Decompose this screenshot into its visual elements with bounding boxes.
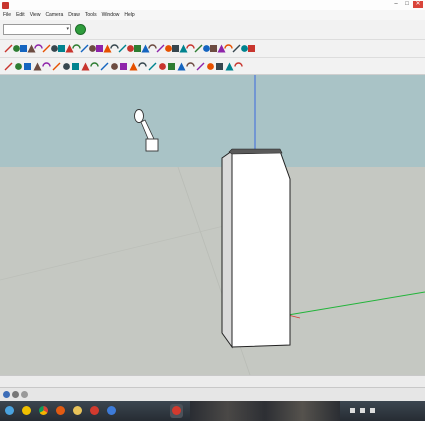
taskbar-active-app[interactable] bbox=[170, 404, 183, 418]
select-icon[interactable] bbox=[4, 62, 13, 71]
measurements-bar bbox=[0, 375, 425, 387]
style-toolbar: ▾ bbox=[0, 20, 425, 40]
menu-file[interactable]: File bbox=[3, 12, 11, 18]
pan-small-icon[interactable] bbox=[158, 62, 167, 71]
text-small-icon[interactable] bbox=[129, 62, 138, 71]
status-icons bbox=[3, 391, 28, 398]
menu-edit[interactable]: Edit bbox=[16, 12, 25, 18]
drawing-toolbar bbox=[0, 40, 425, 58]
style-dropdown[interactable]: ▾ bbox=[3, 24, 71, 35]
browser-task-icon bbox=[107, 406, 116, 415]
position-camera-icon[interactable] bbox=[206, 62, 215, 71]
modeling-viewport[interactable] bbox=[0, 75, 425, 375]
taskbar bbox=[0, 401, 425, 421]
menu-help[interactable]: Help bbox=[124, 12, 134, 18]
box-front-face bbox=[231, 150, 291, 348]
folder-icon bbox=[73, 406, 82, 415]
look-around-icon[interactable] bbox=[196, 62, 205, 71]
maximize-button[interactable]: □ bbox=[402, 1, 412, 8]
axes-small-icon[interactable] bbox=[138, 62, 148, 71]
taskbar-browser[interactable] bbox=[105, 404, 118, 418]
scene-canvas[interactable] bbox=[0, 75, 425, 375]
menu-tools[interactable]: Tools bbox=[85, 12, 97, 18]
ground bbox=[0, 167, 425, 375]
user-icon[interactable] bbox=[21, 391, 28, 398]
orbit-small-icon[interactable] bbox=[148, 62, 157, 71]
status-bar bbox=[0, 387, 425, 401]
geo-icon[interactable] bbox=[3, 391, 10, 398]
paint-icon[interactable] bbox=[23, 62, 32, 71]
sketchup-task-icon bbox=[90, 406, 99, 415]
left-view-icon[interactable] bbox=[247, 44, 256, 53]
battery-icon bbox=[370, 408, 375, 413]
taskbar-chrome[interactable] bbox=[37, 404, 50, 418]
tape-small-icon[interactable] bbox=[119, 62, 128, 71]
network-icon bbox=[350, 408, 355, 413]
offset-small-icon[interactable] bbox=[110, 62, 119, 71]
zoom-extents-small-icon[interactable] bbox=[177, 62, 186, 71]
window-controls: – □ ✕ bbox=[391, 1, 423, 8]
box-side-face bbox=[221, 150, 233, 349]
start-icon bbox=[5, 406, 14, 415]
rotate-small-icon[interactable] bbox=[90, 62, 100, 71]
sketchup-active-icon bbox=[172, 406, 181, 415]
push-pull-small-icon[interactable] bbox=[71, 62, 80, 71]
chevron-down-icon: ▾ bbox=[66, 26, 69, 32]
scale-figure-base bbox=[145, 138, 159, 152]
menu-bar: File Edit View Camera Draw Tools Window … bbox=[0, 10, 425, 20]
arc-small-icon[interactable] bbox=[52, 62, 61, 71]
section-plane-icon[interactable] bbox=[215, 62, 224, 71]
add-location-icon[interactable] bbox=[75, 24, 86, 35]
close-button[interactable]: ✕ bbox=[413, 1, 423, 8]
walk-icon[interactable] bbox=[186, 62, 196, 71]
system-tray[interactable] bbox=[348, 406, 390, 415]
title-bar: – □ ✕ bbox=[0, 0, 425, 10]
sky bbox=[0, 75, 425, 167]
box-top-edge bbox=[228, 148, 283, 155]
taskbar-sketchup[interactable] bbox=[88, 404, 101, 418]
extruded-box[interactable] bbox=[221, 148, 291, 349]
taskbar-media[interactable] bbox=[54, 404, 67, 418]
shapes-icon[interactable] bbox=[62, 62, 71, 71]
menu-camera[interactable]: Camera bbox=[45, 12, 63, 18]
line-small-icon[interactable] bbox=[42, 62, 52, 71]
menu-draw[interactable]: Draw bbox=[68, 12, 80, 18]
chrome-icon bbox=[39, 406, 48, 415]
taskbar-folder[interactable] bbox=[71, 404, 84, 418]
explorer-icon bbox=[22, 406, 31, 415]
getting-started-toolbar bbox=[0, 58, 425, 75]
extension-icon[interactable] bbox=[234, 62, 244, 71]
taskbar-explorer[interactable] bbox=[20, 404, 33, 418]
make-component-icon[interactable] bbox=[14, 62, 23, 71]
menu-window[interactable]: Window bbox=[102, 12, 120, 18]
credits-icon[interactable] bbox=[12, 391, 19, 398]
sketchup-app-icon bbox=[2, 1, 9, 9]
start-button[interactable] bbox=[3, 404, 16, 418]
scale-figure-head bbox=[134, 109, 144, 123]
taskbar-wallpaper-strip bbox=[190, 401, 340, 421]
volume-icon bbox=[360, 408, 365, 413]
media-icon bbox=[56, 406, 65, 415]
zoom-small-icon[interactable] bbox=[167, 62, 176, 71]
menu-view[interactable]: View bbox=[30, 12, 41, 18]
warehouse-icon[interactable] bbox=[225, 62, 234, 71]
minimize-button[interactable]: – bbox=[391, 1, 401, 8]
eraser-small-icon[interactable] bbox=[33, 62, 42, 71]
scale-small-icon[interactable] bbox=[100, 62, 109, 71]
move-small-icon[interactable] bbox=[81, 62, 90, 71]
sketchup-window: – □ ✕ File Edit View Camera Draw Tools W… bbox=[0, 0, 425, 421]
